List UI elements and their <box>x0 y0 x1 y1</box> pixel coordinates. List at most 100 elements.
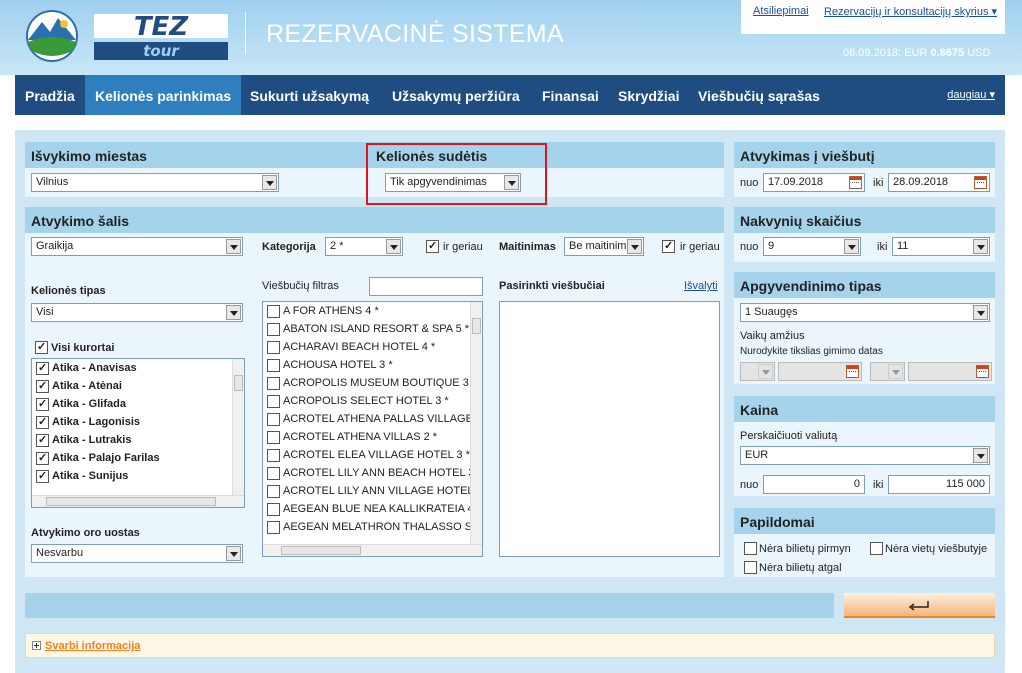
hotel-filter-input[interactable] <box>369 277 483 296</box>
resorts-vscroll[interactable] <box>232 359 244 495</box>
resort-label: Atika - Atėnai <box>52 380 122 392</box>
hotel-checkbox[interactable] <box>267 449 280 462</box>
important-info-bar[interactable]: Svarbi informacija <box>25 633 995 658</box>
nav-item-keliones-parinkimas[interactable]: Kelionės parinkimas <box>85 75 242 115</box>
meal-select[interactable]: Be maitinimo <box>564 237 644 256</box>
meal-better-checkbox[interactable] <box>662 239 675 253</box>
nav-item-finansai[interactable]: Finansai <box>532 75 609 115</box>
resort-label: Atika - Sunijus <box>52 470 129 482</box>
hotel-checkbox[interactable] <box>267 395 280 408</box>
top-links: Atsiliepimai Rezervacijų ir konsultacijų… <box>741 0 1005 34</box>
hotels-list[interactable]: A FOR ATHENS 4 * ABATON ISLAND RESORT & … <box>262 301 483 557</box>
scroll-thumb[interactable] <box>281 546 361 555</box>
scroll-thumb[interactable] <box>46 497 216 506</box>
search-button[interactable] <box>844 593 995 618</box>
currency-label: Perskaičiuoti valiutą <box>740 430 838 442</box>
svg-text:tour: tour <box>143 42 180 60</box>
nav-item-pradzia[interactable]: Pradžia <box>15 75 85 115</box>
hotel-checkbox[interactable] <box>267 503 280 516</box>
no-tickets-forward-label: Nėra bilietų pirmyn <box>759 543 851 555</box>
country-select[interactable]: Graikija <box>31 237 243 256</box>
hotel-label: ABATON ISLAND RESORT & SPA 5 * <box>283 323 470 335</box>
hotel-checkbox[interactable] <box>267 431 280 444</box>
price-to-input[interactable]: 115 000 <box>888 475 990 494</box>
no-tickets-back-label: Nėra bilietų atgal <box>759 562 842 574</box>
child-2-age-select[interactable] <box>870 362 905 381</box>
child-1-age-select[interactable] <box>740 362 775 381</box>
nights-from-value: 9 <box>768 240 775 252</box>
accommodation-select[interactable]: 1 Suaugęs <box>740 303 990 322</box>
resorts-list[interactable]: Atika - Anavisas Atika - Atėnai Atika - … <box>31 358 245 508</box>
departure-select[interactable]: Vilnius <box>31 173 279 192</box>
hotel-checkbox[interactable] <box>267 359 280 372</box>
hotel-checkbox[interactable] <box>267 413 280 426</box>
scroll-thumb[interactable] <box>472 318 481 334</box>
resort-checkbox[interactable] <box>36 451 49 465</box>
arrival-to-label: iki <box>873 177 884 189</box>
airport-select[interactable]: Nesvarbu <box>31 544 243 563</box>
hotel-label: ACROTEL ATHENA PALLAS VILLAGE 5 <box>283 413 483 425</box>
nights-to-select[interactable]: 11 <box>892 237 990 256</box>
accommodation-value: 1 Suaugęs <box>745 306 798 318</box>
resort-checkbox[interactable] <box>36 361 49 375</box>
feedback-link[interactable]: Atsiliepimai <box>753 5 809 17</box>
clear-selected-link[interactable]: Išvalyti <box>684 280 718 292</box>
more-menu[interactable]: daugiau ▾ <box>947 75 995 115</box>
chevron-down-icon <box>973 305 988 320</box>
hotels-hscroll[interactable] <box>263 544 482 556</box>
hotel-filter-label: Viešbučių filtras <box>262 280 339 292</box>
rate-date: 06.09.2018: <box>843 47 902 59</box>
resort-checkbox[interactable] <box>36 469 49 483</box>
no-tickets-back-checkbox[interactable] <box>744 561 757 574</box>
calendar-icon[interactable] <box>849 176 862 189</box>
hotel-checkbox[interactable] <box>267 341 280 354</box>
arrival-to-input[interactable]: 28.09.2018 <box>888 173 990 192</box>
trip-type-select[interactable]: Visi <box>31 303 243 322</box>
nav-item-viesbuciu-sarasas[interactable]: Viešbučių sąrašas <box>688 75 830 115</box>
hotel-checkbox[interactable] <box>267 305 280 318</box>
country-title: Atvykimo šalis <box>25 207 724 233</box>
nights-panel: Nakvynių skaičius nuo 9 iki 11 <box>734 207 995 262</box>
price-from-input[interactable]: 0 <box>763 475 865 494</box>
reservation-dept-link[interactable]: Rezervacijų ir konsultacijų skyrius ▾ <box>824 5 997 18</box>
currency-select[interactable]: EUR <box>740 446 990 465</box>
tez-tour-logo[interactable]: TEZ tour <box>14 6 232 64</box>
hotel-checkbox[interactable] <box>267 323 280 336</box>
hotel-checkbox[interactable] <box>267 485 280 498</box>
price-to-label: iki <box>873 479 884 491</box>
calendar-icon[interactable] <box>846 365 859 378</box>
selected-hotels-label: Pasirinkti viešbučiai <box>499 280 605 292</box>
return-arrow-icon <box>908 601 929 611</box>
important-info-label[interactable]: Svarbi informacija <box>45 640 140 652</box>
category-better-label: ir geriau <box>443 241 483 253</box>
trip-type-label: Kelionės tipas <box>31 285 106 297</box>
resorts-hscroll[interactable] <box>32 495 244 507</box>
child-2-birth-input[interactable] <box>908 362 992 381</box>
resort-checkbox[interactable] <box>36 415 49 429</box>
category-better-checkbox[interactable] <box>426 239 439 253</box>
selected-hotels-list[interactable] <box>499 301 720 557</box>
nav-item-sukurti-uzsakyma[interactable]: Sukurti užsakymą <box>240 75 379 115</box>
chevron-down-icon <box>973 239 988 254</box>
no-hotel-places-checkbox[interactable] <box>870 542 883 555</box>
hotels-vscroll[interactable] <box>470 302 482 544</box>
nav-item-skrydziai[interactable]: Skrydžiai <box>608 75 689 115</box>
resort-checkbox[interactable] <box>36 379 49 393</box>
hotel-checkbox[interactable] <box>267 521 280 534</box>
calendar-icon[interactable] <box>974 176 987 189</box>
no-tickets-forward-checkbox[interactable] <box>744 542 757 555</box>
resort-checkbox[interactable] <box>36 433 49 447</box>
category-select[interactable]: 2 * <box>325 237 403 256</box>
hotel-checkbox[interactable] <box>267 377 280 390</box>
calendar-icon[interactable] <box>976 365 989 378</box>
nights-from-select[interactable]: 9 <box>763 237 861 256</box>
nav-item-uzsakymu-perziura[interactable]: Užsakymų peržiūra <box>382 75 530 115</box>
hotel-checkbox[interactable] <box>267 467 280 480</box>
scroll-thumb[interactable] <box>234 375 243 391</box>
arrival-from-input[interactable]: 17.09.2018 <box>763 173 865 192</box>
child-1-birth-input[interactable] <box>778 362 862 381</box>
accommodation-title: Apgyvendinimo tipas <box>734 272 995 298</box>
all-resorts-checkbox[interactable] <box>35 340 48 354</box>
expand-plus-icon[interactable] <box>32 641 41 650</box>
resort-checkbox[interactable] <box>36 397 49 411</box>
